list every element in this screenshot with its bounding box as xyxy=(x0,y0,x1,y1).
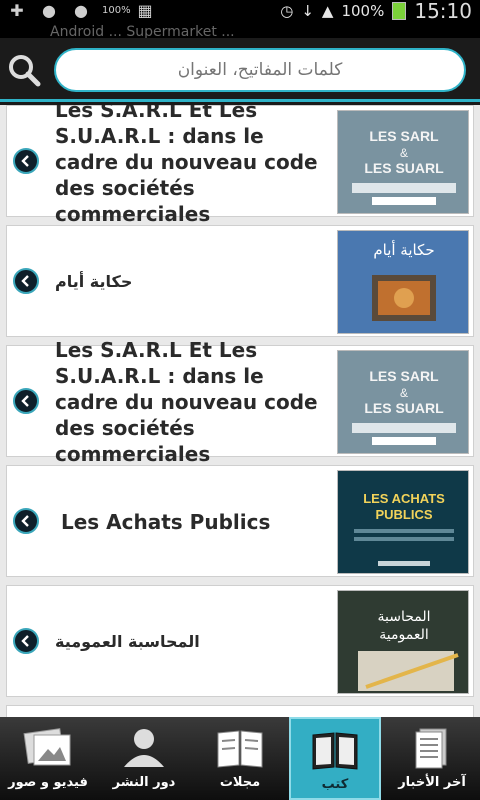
book-title: Les Achats Publics xyxy=(61,510,271,534)
chevron-left-icon xyxy=(21,635,29,647)
book-title: المحاسبة العمومية xyxy=(55,632,200,651)
tab-label: آخر الأخبار xyxy=(398,775,466,790)
book-cover[interactable]: LES SARL & LES SUARL xyxy=(337,350,469,454)
tab-media[interactable]: فيديو و صور xyxy=(0,717,96,800)
svg-text:PUBLICS: PUBLICS xyxy=(375,507,432,522)
person-icon xyxy=(124,729,164,767)
open-arrow-button[interactable] xyxy=(13,388,39,414)
open-arrow-button[interactable] xyxy=(13,508,39,534)
status-bar: ✚ ● ● 100% ▦ ◷ ↓ ▲ 100% 15:10 Android ..… xyxy=(0,0,480,40)
tab-label: فيديو و صور xyxy=(8,775,88,790)
signal-icon: ▲ xyxy=(321,2,334,20)
svg-text:LES SUARL: LES SUARL xyxy=(364,400,444,416)
book-cover[interactable]: حكاية أيام xyxy=(337,230,469,334)
svg-text:LES SARL: LES SARL xyxy=(369,368,439,384)
search-input[interactable] xyxy=(54,48,466,92)
bottom-tab-bar: فيديو و صور دور النشر مجلات كتب آخر الأخ… xyxy=(0,717,480,800)
book-title: Les S.A.R.L Et Les S.U.A.R.L : dans le c… xyxy=(55,105,318,226)
tab-books[interactable]: كتب xyxy=(289,717,381,800)
magazine-icon xyxy=(217,730,263,768)
messenger-icon: ● xyxy=(42,1,56,20)
app-icon: ▦ xyxy=(137,1,153,20)
book-card[interactable]: Les Achats Publics LES ACHATS PUBLICS xyxy=(6,465,474,577)
book-cover-art: حكاية أيام xyxy=(338,231,468,333)
open-arrow-button[interactable] xyxy=(13,628,39,654)
search-bar xyxy=(0,38,480,102)
book-cover[interactable]: LES SARL & LES SUARL xyxy=(337,110,469,214)
book-cover[interactable]: LES ACHATS PUBLICS xyxy=(337,470,469,574)
book-cover[interactable]: المحاسبة العمومية xyxy=(337,590,469,694)
book-title: Les S.A.R.L Et Les S.U.A.R.L : dans le c… xyxy=(55,338,318,466)
chevron-left-icon xyxy=(21,155,29,167)
svg-text:حكاية أيام: حكاية أيام xyxy=(373,240,434,259)
book-card[interactable]: حكاية أيام حكاية أيام xyxy=(6,225,474,337)
book-icon xyxy=(312,732,358,770)
svg-text:&: & xyxy=(400,386,408,400)
book-card[interactable]: المحاسبة العمومية المحاسبة العمومية xyxy=(6,585,474,697)
tab-news[interactable]: آخر الأخبار xyxy=(384,717,480,800)
svg-text:LES SARL: LES SARL xyxy=(369,128,439,144)
book-cover-art: LES ACHATS PUBLICS xyxy=(338,471,468,573)
book-cover-art: المحاسبة العمومية xyxy=(338,591,468,693)
messenger-icon: ● xyxy=(74,1,88,20)
book-card[interactable]: Les S.A.R.L Et Les S.U.A.R.L : dans le c… xyxy=(6,338,474,466)
tab-label: دور النشر xyxy=(112,775,176,790)
chevron-left-icon xyxy=(21,515,29,527)
plus-icon: ✚ xyxy=(10,1,24,20)
book-cover-art: LES SARL & LES SUARL xyxy=(338,111,468,213)
clock: 15:10 xyxy=(414,0,472,23)
tab-label: كتب xyxy=(321,777,349,792)
svg-text:المحاسبة: المحاسبة xyxy=(377,609,430,625)
svg-text:العمومية: العمومية xyxy=(379,627,428,643)
battery-label: 100% xyxy=(341,2,385,20)
book-card[interactable]: Les S.A.R.L Et Les S.U.A.R.L : dans le c… xyxy=(6,105,474,226)
battery-icon xyxy=(392,2,407,20)
svg-text:LES ACHATS: LES ACHATS xyxy=(363,491,445,506)
chevron-left-icon xyxy=(21,395,29,407)
news-icon xyxy=(415,728,447,769)
svg-text:&: & xyxy=(400,146,408,160)
tab-label: مجلات xyxy=(219,775,261,790)
book-cover-art: LES SARL & LES SUARL xyxy=(338,351,468,453)
progress-label: 100% xyxy=(102,5,131,16)
book-title: حكاية أيام xyxy=(55,272,133,291)
book-card[interactable] xyxy=(6,705,474,717)
open-arrow-button[interactable] xyxy=(13,268,39,294)
book-list[interactable]: Les S.A.R.L Et Les S.U.A.R.L : dans le c… xyxy=(0,105,480,717)
download-icon: ↓ xyxy=(301,2,314,20)
svg-text:LES SUARL: LES SUARL xyxy=(364,160,444,176)
open-arrow-button[interactable] xyxy=(13,148,39,174)
alarm-icon: ◷ xyxy=(280,2,294,20)
search-icon[interactable] xyxy=(6,52,42,88)
tab-magazines[interactable]: مجلات xyxy=(192,717,288,800)
chevron-left-icon xyxy=(21,275,29,287)
tab-publishers[interactable]: دور النشر xyxy=(96,717,192,800)
photo-icon xyxy=(23,728,71,766)
